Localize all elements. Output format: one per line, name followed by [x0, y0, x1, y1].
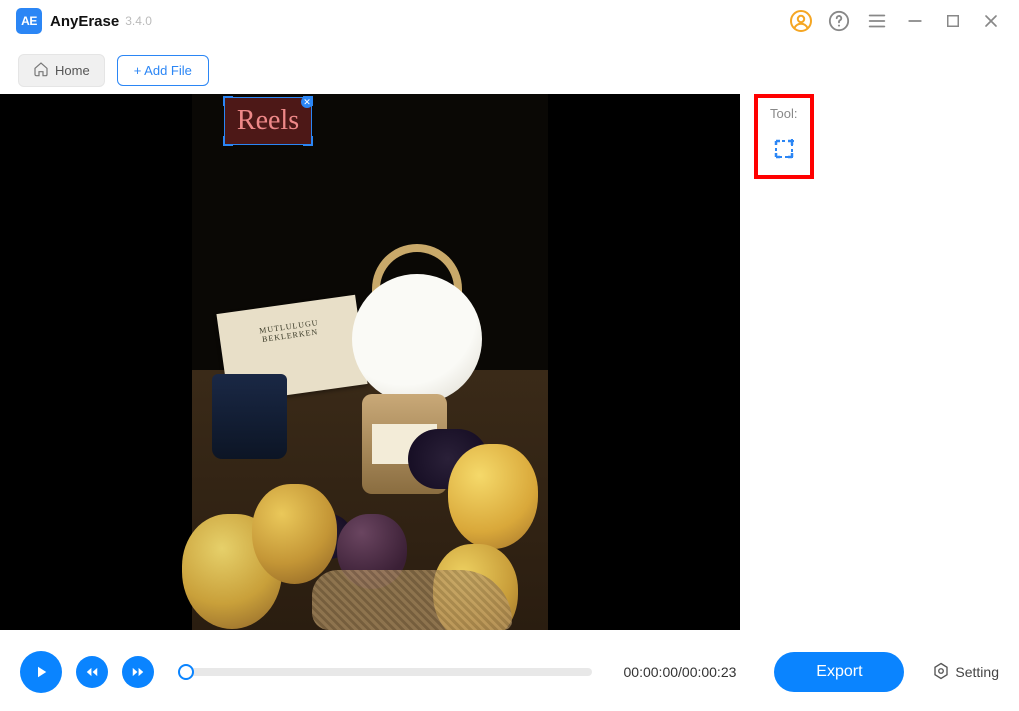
home-button[interactable]: Home [18, 54, 105, 87]
app-version: 3.4.0 [125, 14, 152, 28]
video-preview[interactable]: Reels ✕ [0, 94, 740, 630]
rewind-button[interactable] [76, 656, 108, 688]
close-icon[interactable] [979, 9, 1003, 33]
account-icon[interactable] [789, 9, 813, 33]
tool-panel: Tool: [754, 94, 814, 179]
selection-handle-br[interactable] [303, 136, 313, 146]
help-icon[interactable] [827, 9, 851, 33]
timeline[interactable] [186, 668, 592, 676]
side-panel: Tool: [740, 94, 1019, 630]
add-file-button[interactable]: + Add File [117, 55, 209, 86]
toolbar: Home + Add File [0, 46, 1019, 94]
setting-icon [932, 662, 950, 683]
maximize-icon[interactable] [941, 9, 965, 33]
setting-label: Setting [955, 664, 999, 680]
video-frame [192, 94, 548, 630]
selection-tool-icon[interactable] [772, 137, 796, 161]
watermark-text: Reels [225, 98, 311, 144]
selection-handle-tl[interactable] [223, 96, 233, 106]
selection-handle-bl[interactable] [223, 136, 233, 146]
home-label: Home [55, 63, 90, 78]
title-bar: AE AnyErase 3.4.0 [0, 0, 1019, 42]
timeline-playhead[interactable] [178, 664, 194, 680]
selection-remove-icon[interactable]: ✕ [301, 96, 313, 108]
timecode: 00:00:00/00:00:23 [624, 664, 737, 680]
rewind-icon [85, 665, 99, 679]
menu-icon[interactable] [865, 9, 889, 33]
forward-icon [131, 665, 145, 679]
tool-label: Tool: [770, 106, 798, 121]
watermark-selection[interactable]: Reels ✕ [224, 97, 312, 145]
play-icon [32, 663, 50, 681]
setting-button[interactable]: Setting [932, 662, 999, 683]
add-file-label: + Add File [134, 63, 192, 78]
forward-button[interactable] [122, 656, 154, 688]
app-logo: AE [16, 8, 42, 34]
play-button[interactable] [20, 651, 62, 693]
export-button[interactable]: Export [774, 652, 904, 692]
workspace: Reels ✕ Tool: [0, 94, 1019, 630]
app-name: AnyErase [50, 13, 119, 30]
minimize-icon[interactable] [903, 9, 927, 33]
playback-bar: 00:00:00/00:00:23 Export Setting [0, 643, 1019, 701]
home-icon [33, 61, 49, 80]
